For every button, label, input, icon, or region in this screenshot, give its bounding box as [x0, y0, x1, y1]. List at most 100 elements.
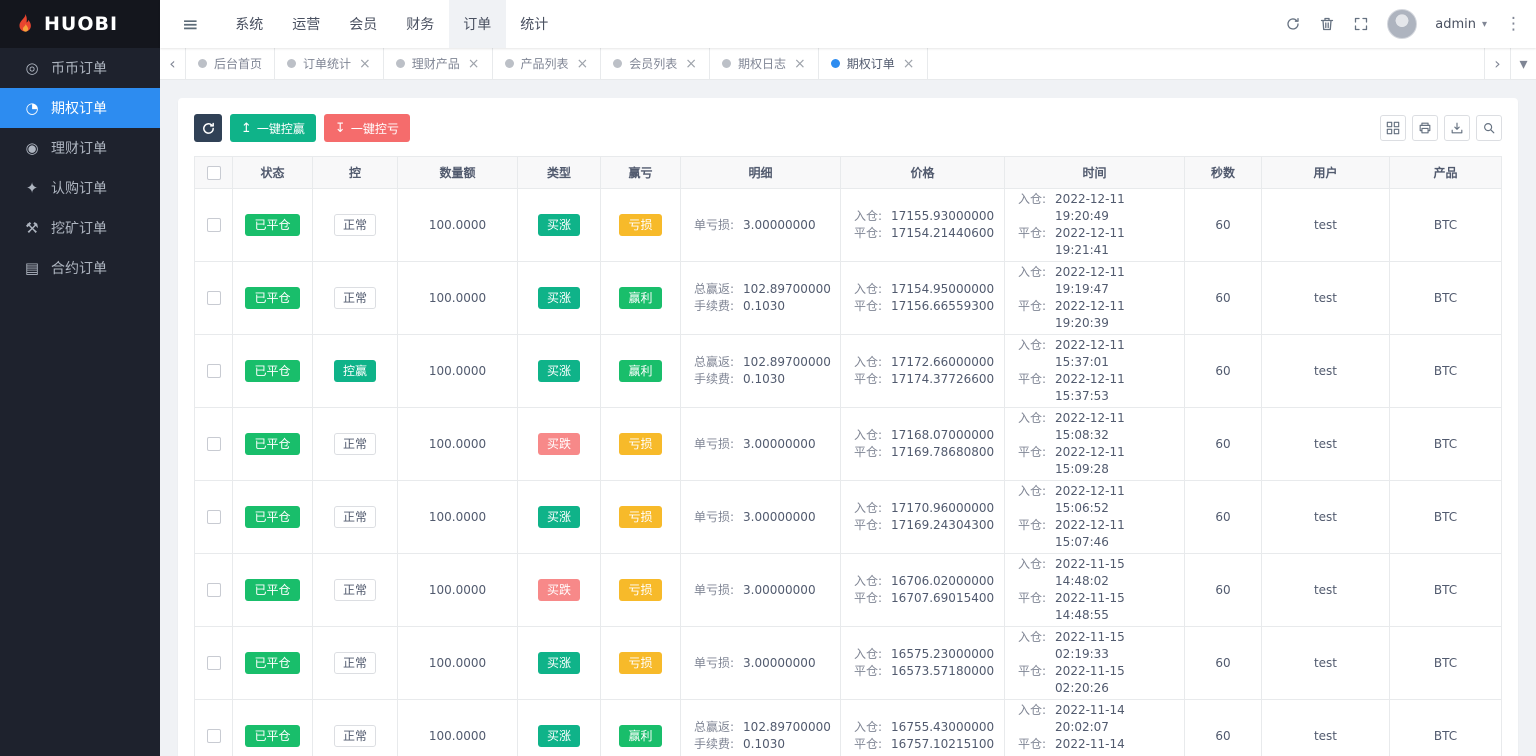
- time-cell: 入仓: 2022-11-15 14:48:02 平仓: 2022-11-15 14:4…: [1004, 553, 1185, 627]
- product-cell: BTC: [1389, 188, 1502, 262]
- control-badge[interactable]: 正常: [333, 433, 376, 455]
- table-refresh-button[interactable]: [194, 114, 222, 142]
- control-badge[interactable]: 控赢: [333, 360, 376, 382]
- product-cell: BTC: [1389, 553, 1502, 627]
- status-badge[interactable]: 已平仓: [245, 287, 300, 309]
- sidebar-collapse-icon[interactable]: ≡: [160, 12, 221, 36]
- tab-close-icon[interactable]: ×: [794, 56, 806, 72]
- column-header: 价格: [840, 156, 1005, 189]
- top-menu: 系统 运营 会员 财务 订单 统计: [221, 0, 563, 48]
- status-badge[interactable]: 已平仓: [245, 360, 300, 382]
- status-badge[interactable]: 已平仓: [245, 506, 300, 528]
- top-menu-item-3[interactable]: 财务: [392, 0, 449, 48]
- status-badge[interactable]: 已平仓: [245, 652, 300, 674]
- top-menu-item-4[interactable]: 订单: [448, 0, 506, 48]
- status-badge[interactable]: 已平仓: [245, 579, 300, 601]
- user-cell: test: [1261, 261, 1390, 335]
- cell-label: 单亏损:: [694, 436, 735, 451]
- top-menu-item-0[interactable]: 系统: [221, 0, 278, 48]
- refresh-icon[interactable]: [1285, 16, 1301, 32]
- sidebar-item-3[interactable]: ✦ 认购订单: [0, 168, 160, 208]
- tabs-menu-icon[interactable]: ▾: [1510, 48, 1536, 79]
- control-badge[interactable]: 正常: [333, 725, 376, 747]
- cell-label: 平仓:: [854, 591, 883, 605]
- tab-0[interactable]: 后台首页: [186, 48, 276, 79]
- amount-cell: 100.0000: [397, 261, 518, 335]
- row-checkbox[interactable]: [206, 583, 221, 598]
- table-row: 已平仓 正常 100.0000 买涨 亏损 单亏损: 3.00000000 入仓: 16575.…: [194, 626, 1502, 700]
- cell-label: 平仓:: [854, 445, 883, 459]
- amount-cell: 100.0000: [397, 188, 518, 262]
- row-checkbox[interactable]: [206, 729, 221, 744]
- type-badge: 买跌: [537, 579, 580, 601]
- tabs-scroll-right-icon[interactable]: ›: [1484, 48, 1510, 79]
- user-cell: test: [1261, 553, 1390, 627]
- control-badge[interactable]: 正常: [333, 652, 376, 674]
- tab-close-icon[interactable]: ×: [359, 56, 371, 72]
- top-menu-item-1[interactable]: 运营: [278, 0, 335, 48]
- select-all-checkbox[interactable]: [206, 165, 221, 180]
- cell-label: 单亏损:: [694, 655, 735, 670]
- table-row: 已平仓 正常 100.0000 买涨 赢利 总赢返: 102.89700000 手续费: 0.1…: [194, 261, 1502, 335]
- control-badge[interactable]: 正常: [333, 287, 376, 309]
- tab-close-icon[interactable]: ×: [903, 56, 915, 72]
- sidebar-item-4[interactable]: ⚒ 挖矿订单: [0, 208, 160, 248]
- force-lose-button[interactable]: ↧ 一键控亏: [323, 114, 410, 142]
- sidebar-item-0[interactable]: ◎ 币币订单: [0, 48, 160, 88]
- row-checkbox[interactable]: [206, 291, 221, 306]
- brand-logo[interactable]: HUOBI: [0, 0, 160, 48]
- cell-label: 入仓:: [1018, 265, 1047, 279]
- tab-4[interactable]: 会员列表 ×: [601, 48, 711, 79]
- username[interactable]: admin: [1435, 17, 1476, 32]
- trash-icon[interactable]: [1319, 16, 1335, 32]
- main-content: ↥ 一键控赢 ↧ 一键控亏 状态 控 数量额 类型 赢亏 明细 价格 时间 秒数…: [160, 80, 1536, 756]
- tab-1[interactable]: 订单统计 ×: [275, 48, 384, 79]
- force-win-button[interactable]: ↥ 一键控赢: [230, 114, 316, 142]
- control-badge[interactable]: 正常: [333, 214, 376, 236]
- user-menu-caret-icon[interactable]: ▾: [1482, 19, 1487, 30]
- tab-close-icon[interactable]: ×: [468, 56, 480, 72]
- status-badge[interactable]: 已平仓: [245, 725, 300, 747]
- cell-value: 3.00000000: [743, 509, 816, 524]
- row-checkbox[interactable]: [206, 218, 221, 233]
- table-row: 已平仓 正常 100.0000 买跌 亏损 单亏损: 3.00000000 入仓: 17168.…: [194, 407, 1502, 481]
- export-icon[interactable]: [1444, 115, 1470, 141]
- sidebar-item-5[interactable]: ▤ 合约订单: [0, 248, 160, 288]
- top-menu-item-5[interactable]: 统计: [506, 0, 563, 48]
- cell-label: 单亏损:: [694, 582, 735, 597]
- sidebar-item-1[interactable]: ◔ 期权订单: [0, 88, 160, 128]
- top-menu-item-2[interactable]: 会员: [335, 0, 392, 48]
- fullscreen-icon[interactable]: [1353, 16, 1369, 32]
- printer-icon[interactable]: [1412, 115, 1438, 141]
- tab-6[interactable]: 期权订单 ×: [819, 48, 928, 79]
- cell-value: 17168.07000000: [891, 428, 995, 442]
- cell-value: 0.1030: [743, 372, 786, 386]
- cell-label: 平仓:: [1018, 372, 1047, 386]
- tab-close-icon[interactable]: ×: [685, 56, 697, 72]
- row-checkbox[interactable]: [206, 437, 221, 452]
- row-checkbox[interactable]: [206, 364, 221, 379]
- cell-value: 16757.10215100: [891, 737, 995, 751]
- tab-2[interactable]: 理财产品 ×: [384, 48, 493, 79]
- tabs-scroll-left-icon[interactable]: ‹: [160, 48, 186, 79]
- cell-value: 17170.96000000: [891, 501, 995, 515]
- columns-icon[interactable]: [1380, 115, 1406, 141]
- tab-5[interactable]: 期权日志 ×: [710, 48, 819, 79]
- control-badge[interactable]: 正常: [333, 506, 376, 528]
- control-badge[interactable]: 正常: [333, 579, 376, 601]
- cell-value: 2022-11-15 14:48:55: [1055, 591, 1125, 622]
- more-options-icon[interactable]: ⋮: [1505, 14, 1522, 34]
- sidebar-item-label: 认购订单: [51, 181, 107, 197]
- tab-3[interactable]: 产品列表 ×: [493, 48, 602, 79]
- sidebar-item-label: 币币订单: [51, 61, 107, 77]
- row-checkbox[interactable]: [206, 510, 221, 525]
- cell-value: 2022-11-14 20:03:01: [1055, 737, 1125, 756]
- row-checkbox[interactable]: [206, 656, 221, 671]
- tab-close-icon[interactable]: ×: [577, 56, 589, 72]
- search-icon[interactable]: [1476, 115, 1502, 141]
- price-cell: 入仓: 17168.07000000 平仓: 17169.78680800: [840, 407, 1005, 481]
- status-badge[interactable]: 已平仓: [245, 214, 300, 236]
- status-badge[interactable]: 已平仓: [245, 433, 300, 455]
- user-avatar[interactable]: [1387, 9, 1418, 39]
- sidebar-item-2[interactable]: ◉ 理财订单: [0, 128, 160, 168]
